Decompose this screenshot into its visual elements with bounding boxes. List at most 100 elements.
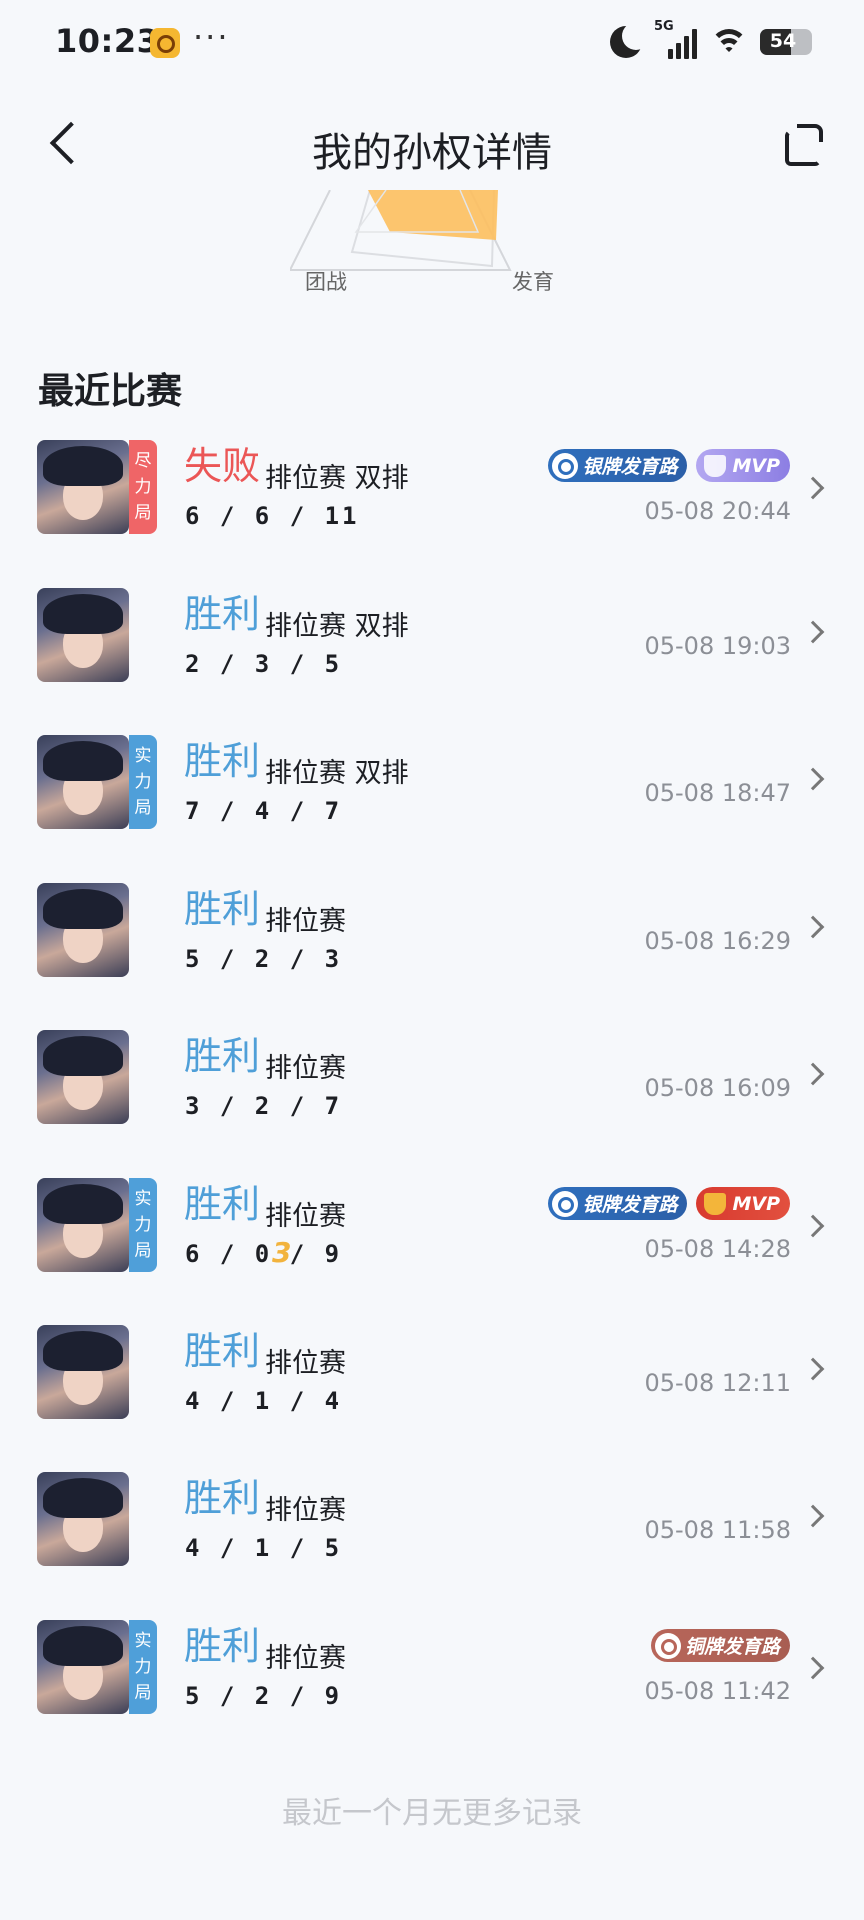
more-dots-icon: ··· [193, 18, 230, 56]
hero-portrait [37, 588, 129, 682]
hero-avatar: 实力局 [37, 735, 157, 829]
chevron-right-icon [801, 915, 825, 939]
hero-avatar [37, 1325, 157, 1419]
match-mode: 排位赛 [265, 1643, 346, 1674]
hero-avatar [37, 1030, 157, 1124]
match-mode: 排位赛 [265, 1053, 346, 1084]
match-result: 胜利 [184, 592, 261, 636]
share-icon[interactable] [785, 122, 825, 166]
battery-icon: 54 [760, 29, 812, 55]
moon-icon [610, 22, 650, 58]
match-time: 05-08 16:09 [644, 1074, 791, 1102]
app-notification-icon [150, 28, 180, 58]
tag-label: 银牌发育路 [582, 1194, 678, 1216]
match-mode: 排位赛 [265, 906, 346, 937]
radar-label-development: 发育 [512, 270, 554, 294]
honor-tags: 银牌发育路 MVP [548, 1187, 790, 1220]
mvp-tag: MVP [696, 449, 790, 482]
chevron-right-icon [801, 1214, 825, 1238]
hero-portrait [37, 440, 129, 534]
match-time: 05-08 18:47 [644, 779, 791, 807]
match-mode: 排位赛 [265, 1348, 346, 1379]
match-result: 胜利 [184, 887, 261, 931]
section-title: 最近比赛 [38, 371, 183, 412]
honor-tag: 银牌发育路 [548, 1187, 688, 1220]
chevron-right-icon [801, 1504, 825, 1528]
chevron-right-icon [801, 1062, 825, 1086]
tag-label: 银牌发育路 [582, 456, 678, 478]
honor-tag: 银牌发育路 [548, 449, 688, 482]
hero-portrait [37, 1620, 129, 1714]
match-row[interactable]: 胜利 排位赛 双排 2 / 3 / 5 05-08 19:03 [0, 588, 864, 735]
hero-avatar: 实力局 [37, 1178, 157, 1272]
match-mode: 排位赛 双排 [265, 611, 409, 642]
match-mode: 排位赛 双排 [265, 463, 409, 494]
match-quality-badge: 尽力局 [129, 440, 157, 534]
match-kda: 6 / 0 / 9 [185, 1240, 343, 1268]
match-row[interactable]: 实力局 胜利 排位赛 双排 7 / 4 / 7 05-08 18:47 [0, 735, 864, 882]
hero-portrait [37, 1472, 129, 1566]
chevron-right-icon [801, 767, 825, 791]
match-row[interactable]: 实力局 胜利 排位赛 5 / 2 / 9 铜牌发育路 05-08 11:42 [0, 1620, 864, 1767]
match-row[interactable]: 尽力局 失败 排位赛 双排 6 / 6 / 11 银牌发育路 MVP 05-08 20:44 [0, 440, 864, 587]
honor-tag: 铜牌发育路 [650, 1629, 790, 1662]
honor-tags: 铜牌发育路 [650, 1629, 790, 1662]
match-row[interactable]: 胜利 排位赛 4 / 1 / 5 05-08 11:58 [0, 1472, 864, 1619]
hero-avatar [37, 588, 157, 682]
hero-avatar [37, 883, 157, 977]
match-kda: 4 / 1 / 4 [185, 1387, 343, 1415]
match-kda: 4 / 1 / 5 [185, 1534, 343, 1562]
medal-icon [552, 452, 579, 479]
match-result: 胜利 [184, 1182, 261, 1226]
match-kda: 3 / 2 / 7 [185, 1092, 343, 1120]
match-row[interactable]: 实力局 胜利 排位赛 6 / 0 / 9 3 银牌发育路 MVP 05-08 14:28 [0, 1178, 864, 1325]
hero-portrait [37, 1178, 129, 1272]
tag-label: MVP [732, 454, 780, 477]
match-row[interactable]: 胜利 排位赛 5 / 2 / 3 05-08 16:29 [0, 883, 864, 1030]
match-result: 失败 [184, 444, 261, 488]
match-result: 胜利 [184, 739, 261, 783]
match-result: 胜利 [184, 1476, 261, 1520]
hero-portrait [37, 1030, 129, 1124]
page-title: 我的孙权详情 [312, 130, 552, 176]
match-result: 胜利 [184, 1624, 261, 1668]
hero-portrait [37, 735, 129, 829]
hero-avatar: 实力局 [37, 1620, 157, 1714]
match-row[interactable]: 胜利 排位赛 4 / 1 / 4 05-08 12:11 [0, 1325, 864, 1472]
tag-label: 铜牌发育路 [684, 1636, 780, 1658]
medal-icon [654, 1632, 681, 1659]
match-row[interactable]: 胜利 排位赛 3 / 2 / 7 05-08 16:09 [0, 1030, 864, 1177]
status-icons: 5G 54 [610, 19, 812, 62]
match-mode: 排位赛 [265, 1495, 346, 1526]
hero-portrait [37, 883, 129, 977]
status-bar: 10:23 ··· 5G 54 [0, 0, 864, 88]
match-quality-badge: 实力局 [129, 1620, 157, 1714]
match-kda: 6 / 6 / 11 [185, 502, 360, 530]
signal-icon: 5G [654, 19, 698, 59]
match-time: 05-08 12:11 [644, 1369, 791, 1397]
match-time: 05-08 11:58 [644, 1516, 791, 1544]
page-header: 我的孙权详情 [0, 100, 864, 190]
match-mode: 排位赛 双排 [265, 758, 409, 789]
network-label: 5G [654, 19, 674, 34]
chevron-right-icon [801, 1357, 825, 1381]
chevron-right-icon [801, 1656, 825, 1680]
hero-avatar: 尽力局 [37, 440, 157, 534]
match-result: 胜利 [184, 1329, 261, 1373]
multikill-badge: 3 [272, 1236, 292, 1269]
match-time: 05-08 19:03 [644, 632, 791, 660]
match-time: 05-08 14:28 [644, 1235, 791, 1263]
match-kda: 5 / 2 / 3 [185, 945, 343, 973]
trophy-icon [704, 1192, 727, 1215]
chevron-right-icon [801, 476, 825, 500]
chevron-right-icon [801, 620, 825, 644]
match-time: 05-08 16:29 [644, 927, 791, 955]
status-time: 10:23 [55, 22, 160, 60]
honor-tags: 银牌发育路 MVP [548, 449, 790, 482]
hero-avatar [37, 1472, 157, 1566]
match-mode: 排位赛 [265, 1201, 346, 1232]
radar-label-teamfight: 团战 [305, 270, 347, 294]
match-time: 05-08 20:44 [644, 497, 791, 525]
match-kda: 5 / 2 / 9 [185, 1682, 343, 1710]
match-result: 胜利 [184, 1034, 261, 1078]
